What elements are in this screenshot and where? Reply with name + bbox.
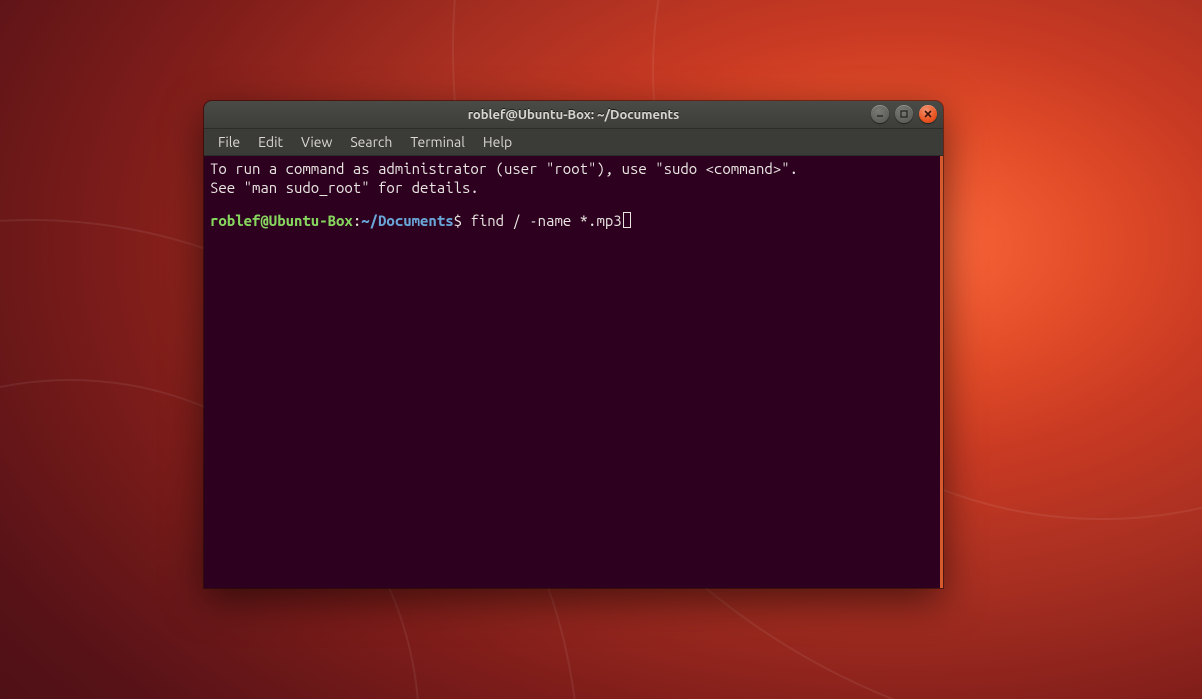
- cursor-icon: [623, 212, 631, 228]
- motd-line: See "man sudo_root" for details.: [210, 179, 479, 196]
- close-icon: [923, 109, 933, 119]
- menu-help[interactable]: Help: [475, 131, 520, 153]
- menu-view[interactable]: View: [293, 131, 340, 153]
- prompt-userhost: roblef@Ubuntu-Box: [210, 212, 353, 229]
- terminal-window: roblef@Ubuntu-Box: ~/Documents File Edit…: [204, 101, 943, 588]
- menu-search[interactable]: Search: [342, 131, 400, 153]
- window-title: roblef@Ubuntu-Box: ~/Documents: [468, 108, 680, 122]
- minimize-icon: [875, 109, 885, 119]
- motd-line: To run a command as administrator (user …: [210, 160, 798, 177]
- window-controls: [871, 105, 937, 123]
- prompt-dollar: $: [454, 212, 471, 229]
- menu-terminal[interactable]: Terminal: [402, 131, 473, 153]
- maximize-icon: [899, 109, 909, 119]
- command-input[interactable]: find / -name *.mp3: [470, 212, 621, 229]
- prompt-line: roblef@Ubuntu-Box:~/Documents$ find / -n…: [210, 212, 934, 231]
- close-button[interactable]: [919, 105, 937, 123]
- minimize-button[interactable]: [871, 105, 889, 123]
- prompt-colon: :: [353, 212, 361, 229]
- titlebar[interactable]: roblef@Ubuntu-Box: ~/Documents: [204, 101, 943, 129]
- terminal-body[interactable]: To run a command as administrator (user …: [204, 156, 943, 588]
- menu-file[interactable]: File: [210, 131, 248, 153]
- maximize-button[interactable]: [895, 105, 913, 123]
- menu-edit[interactable]: Edit: [250, 131, 291, 153]
- prompt-path: ~/Documents: [361, 212, 453, 229]
- menubar: File Edit View Search Terminal Help: [204, 129, 943, 156]
